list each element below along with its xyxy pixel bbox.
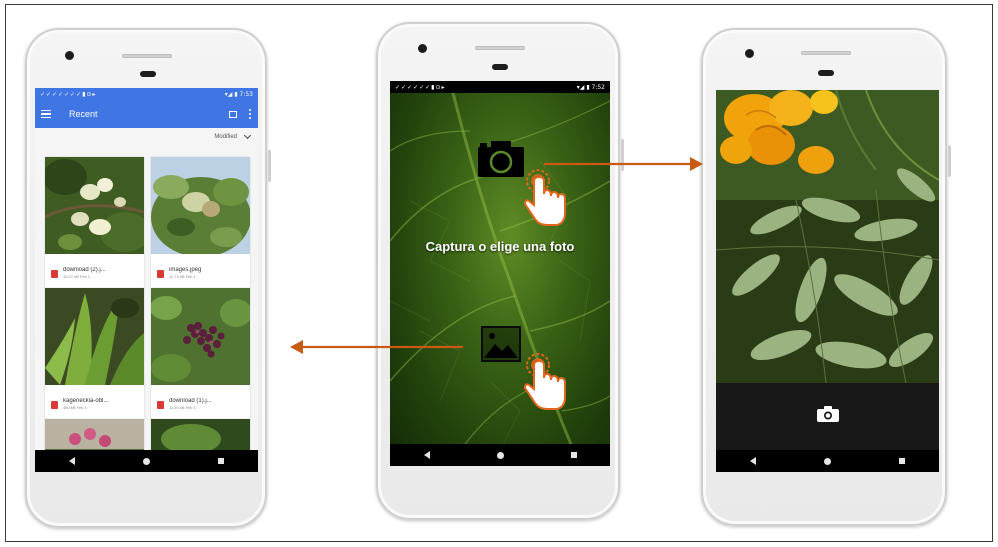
file-info: download (2).j... 10.27 kB Feb 1 xyxy=(45,259,144,288)
recent-apps-icon[interactable] xyxy=(218,458,224,464)
menu-icon[interactable] xyxy=(41,109,51,119)
file-name: kageneckia-obl... xyxy=(63,398,109,404)
earpiece-speaker xyxy=(801,51,851,55)
status-bar: ✓✓✓✓✓✓▮⊙▸ ▾◢ ▮ 7:52 xyxy=(390,81,610,93)
file-tile[interactable]: download (1).j... 11.20 kB Feb 1 xyxy=(150,288,252,419)
file-thumbnail xyxy=(43,157,150,254)
screen: ✓✓✓✓✓✓▮⊙▸ ▾◢ ▮ 7:52 Captura o elige una … xyxy=(390,81,610,466)
arrow-to-camera xyxy=(544,157,703,171)
file-tile[interactable]: images.jpeg 11.74 kB Feb 1 xyxy=(151,157,251,288)
file-thumbnail xyxy=(151,157,251,257)
earpiece-speaker xyxy=(122,54,172,58)
navigation-bar xyxy=(35,450,258,472)
hand-pointer-icon xyxy=(523,169,566,226)
power-button xyxy=(268,150,271,182)
navigation-bar xyxy=(390,444,610,466)
proximity-sensor xyxy=(492,64,508,70)
image-icon[interactable] xyxy=(481,326,521,362)
app-bar: Recent xyxy=(35,100,258,128)
proximity-sensor xyxy=(140,71,156,77)
file-info: images.jpeg 11.74 kB Feb 1 xyxy=(151,259,250,288)
back-icon[interactable] xyxy=(69,457,75,465)
more-icon[interactable] xyxy=(249,109,252,119)
phone-file-picker: ✓✓✓✓✓✓✓▮⊙▸ ▾◢ ▮ 7:53 Recent Modified dow… xyxy=(25,28,271,528)
file-info: download (1).j... 11.20 kB Feb 1 xyxy=(151,390,250,419)
image-file-icon xyxy=(157,400,164,409)
file-thumbnail xyxy=(150,288,252,385)
grid-view-icon[interactable] xyxy=(229,110,237,118)
file-meta: 11.74 kB Feb 1 xyxy=(169,274,196,279)
camera-controls xyxy=(716,383,939,450)
file-meta: 10.27 kB Feb 1 xyxy=(63,274,91,279)
screen: ✓✓✓✓✓✓✓▮⊙▸ ▾◢ ▮ 7:53 Recent Modified dow… xyxy=(35,88,258,472)
front-camera xyxy=(65,51,74,60)
shutter-icon[interactable] xyxy=(816,406,839,422)
file-meta: 11.20 kB Feb 1 xyxy=(169,405,196,410)
status-clock: ▾◢ ▮ 7:53 xyxy=(224,90,253,98)
earpiece-speaker xyxy=(475,46,525,50)
file-list: Modified download (2).j... 10.27 kB Feb … xyxy=(35,128,258,472)
file-name: download (2).j... xyxy=(63,267,106,273)
image-file-icon xyxy=(51,269,58,278)
file-tile[interactable]: kageneckia-obl... 480 kB Feb 1 xyxy=(45,288,144,419)
file-name: images.jpeg xyxy=(169,267,202,273)
hand-pointer-icon xyxy=(523,353,566,410)
status-clock: ▾◢ ▮ 7:52 xyxy=(576,83,605,91)
file-tile[interactable]: download (2).j... 10.27 kB Feb 1 xyxy=(43,157,150,288)
file-meta: 480 kB Feb 1 xyxy=(63,405,87,410)
home-icon[interactable] xyxy=(143,457,150,465)
image-file-icon xyxy=(157,269,164,278)
file-thumbnail xyxy=(45,288,144,385)
back-icon[interactable] xyxy=(750,457,756,465)
home-icon[interactable] xyxy=(824,457,831,465)
sort-label: Modified xyxy=(214,134,237,140)
home-icon[interactable] xyxy=(496,451,504,459)
phone-capture: ✓✓✓✓✓✓▮⊙▸ ▾◢ ▮ 7:52 Captura o elige una … xyxy=(376,22,624,520)
navigation-bar xyxy=(716,450,939,472)
file-info: kageneckia-obl... 480 kB Feb 1 xyxy=(45,390,144,419)
recent-apps-icon[interactable] xyxy=(899,458,905,464)
camera-icon[interactable] xyxy=(477,140,525,178)
recent-apps-icon[interactable] xyxy=(570,452,577,458)
power-button xyxy=(948,145,951,177)
screen xyxy=(716,90,939,472)
arrow-to-gallery xyxy=(290,340,463,354)
camera-preview xyxy=(716,90,939,383)
leaf-veins xyxy=(390,81,610,466)
chevron-down-icon xyxy=(243,131,252,140)
phone-camera xyxy=(701,28,951,526)
app-bar-title: Recent xyxy=(69,109,98,119)
status-notifications: ✓✓✓✓✓✓✓▮⊙▸ xyxy=(40,90,97,98)
proximity-sensor xyxy=(818,70,834,76)
sort-dropdown[interactable]: Modified xyxy=(214,131,252,140)
front-camera xyxy=(418,44,427,53)
status-bar: ✓✓✓✓✓✓✓▮⊙▸ ▾◢ ▮ 7:53 xyxy=(35,88,258,100)
capture-instruction: Captura o elige una foto xyxy=(425,239,575,254)
status-notifications: ✓✓✓✓✓✓▮⊙▸ xyxy=(395,83,446,91)
image-file-icon xyxy=(51,400,58,409)
front-camera xyxy=(745,49,754,58)
file-name: download (1).j... xyxy=(169,398,212,404)
back-icon[interactable] xyxy=(423,451,430,459)
